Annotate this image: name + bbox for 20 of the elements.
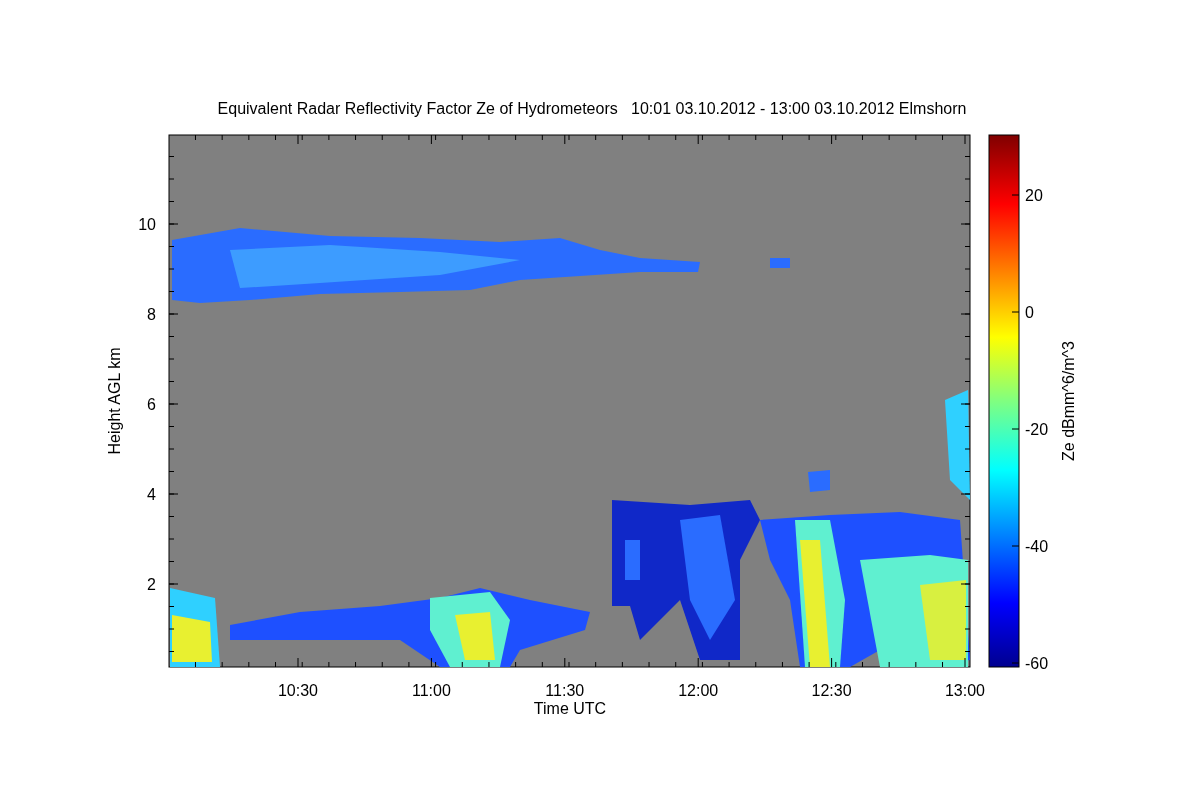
- colorbar-label: Ze dBmm^6/m^3: [1060, 341, 1077, 461]
- tick-label: 11:00: [411, 682, 451, 699]
- tick-label: 20: [1025, 187, 1043, 204]
- tick-label: -20: [1025, 421, 1049, 438]
- x-axis-label: Time UTC: [533, 700, 607, 717]
- tick-label: 12:30: [811, 682, 852, 699]
- y-axis-label: Height AGL km: [106, 347, 123, 455]
- tick-label: -60: [1025, 655, 1049, 672]
- tick-label: 2: [147, 576, 156, 593]
- tick-label: 4: [147, 486, 156, 503]
- tick-label: -40: [1025, 538, 1049, 555]
- chart-title: Equivalent Radar Reflectivity Factor Ze of Hydrometeors 10:01 03.10.2012 - 13:00 03.10.2012 Elmshorn: [217, 100, 967, 117]
- tick-label: 6: [147, 396, 156, 413]
- tick-label: 10:30: [278, 682, 318, 699]
- tick-label: 12:00: [678, 682, 719, 699]
- tick-label: 13:00: [945, 682, 985, 699]
- tick-label: 0: [1025, 304, 1034, 321]
- tick-label: 10: [138, 216, 156, 233]
- tick-label: 8: [147, 306, 156, 323]
- tick-label: 11:30: [545, 682, 585, 699]
